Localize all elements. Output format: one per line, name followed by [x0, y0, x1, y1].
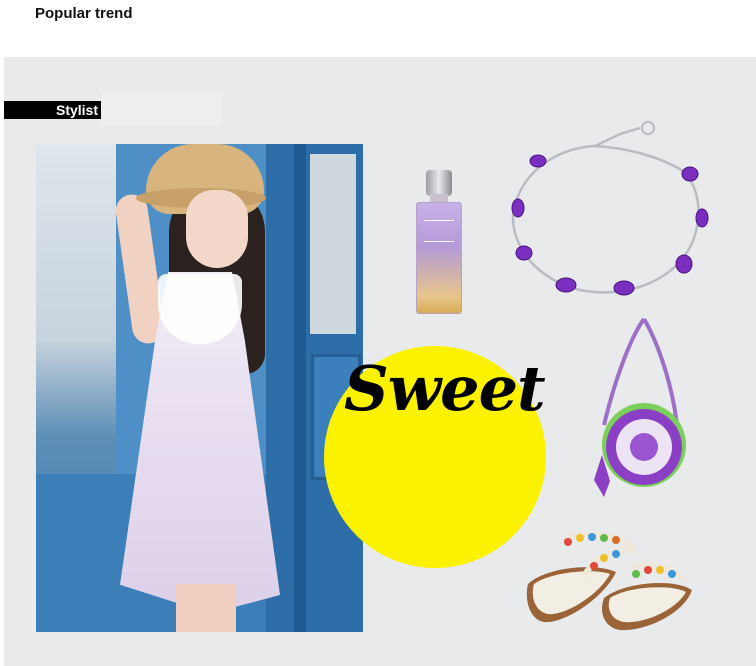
- model-photo: [36, 144, 363, 632]
- model-face: [186, 190, 248, 268]
- headline-text: Sweet: [344, 352, 546, 425]
- perfume-label: [424, 220, 454, 242]
- model-arm: [113, 192, 167, 346]
- page: Popular trend Stylist Sweet: [0, 0, 756, 666]
- perfume-neck: [430, 194, 448, 202]
- perfume-bottle: [416, 202, 462, 314]
- tag-strip: [101, 92, 222, 126]
- section-title: Popular trend: [35, 5, 133, 22]
- model-legs: [176, 584, 236, 632]
- photo-window: [310, 154, 356, 334]
- stylist-tag: Stylist: [4, 101, 101, 119]
- bracelet-icon: [511, 121, 709, 296]
- bag-icon: [594, 317, 686, 497]
- perfume-icon: [416, 170, 462, 314]
- sandals-icon: [526, 531, 692, 631]
- perfume-cap: [426, 170, 452, 196]
- photo-door-frame: [294, 144, 306, 632]
